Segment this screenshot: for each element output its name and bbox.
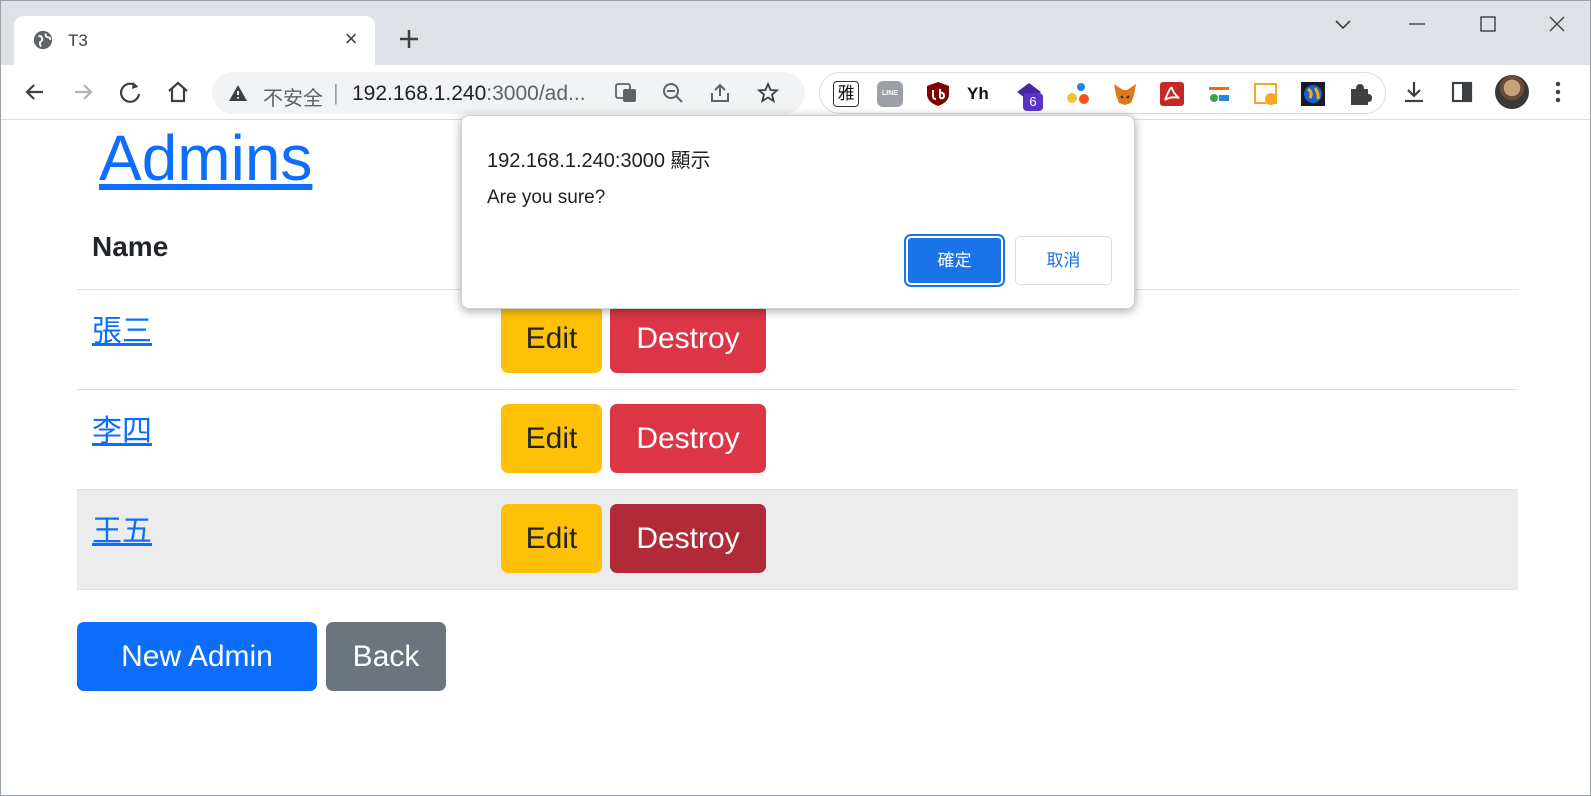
tab-t3[interactable]: T3 × [14, 16, 375, 66]
maximize-icon[interactable] [1460, 7, 1516, 43]
admin-name-link[interactable]: 王五 [92, 506, 152, 550]
back-icon[interactable] [18, 75, 52, 109]
ublock-icon[interactable] [925, 81, 951, 107]
side-panel-icon[interactable] [1445, 75, 1479, 109]
notes-extension-icon[interactable] [1253, 81, 1279, 107]
avatar[interactable] [1495, 75, 1529, 109]
destroy-button[interactable]: Destroy [610, 404, 766, 473]
back-button[interactable]: Back [326, 622, 446, 691]
puzzle-icon[interactable] [1347, 81, 1373, 107]
translate-icon[interactable] [614, 81, 638, 105]
browser-window: T3 × 不安全 | 192.168.1.240:3000/ad... 雅 LI… [0, 0, 1591, 796]
not-secure-label: 不安全 [263, 88, 323, 110]
browser-toolbar: 不安全 | 192.168.1.240:3000/ad... 雅 LINE Yh… [1, 65, 1590, 120]
globe-extension-icon[interactable] [1300, 81, 1326, 107]
confirm-dialog: 192.168.1.240:3000 顯示 Are you sure? 確定 取… [461, 115, 1135, 309]
line-extension-icon[interactable]: LINE [877, 81, 903, 107]
url-separator: | [333, 80, 339, 105]
address-bar[interactable]: 不安全 | 192.168.1.240:3000/ad... [212, 72, 805, 114]
share-icon[interactable] [708, 81, 732, 105]
window-close-icon[interactable] [1529, 7, 1585, 43]
confirm-ok-button[interactable]: 確定 [906, 236, 1003, 285]
new-admin-button[interactable]: New Admin [77, 622, 317, 691]
smartpki-icon[interactable] [1206, 81, 1232, 107]
edit-button[interactable]: Edit [501, 504, 602, 573]
star-icon[interactable] [756, 81, 780, 105]
reload-icon[interactable] [113, 75, 147, 109]
plus-icon[interactable] [393, 23, 425, 55]
dialog-origin: 192.168.1.240:3000 顯示 [487, 150, 711, 172]
warning-icon[interactable] [228, 83, 248, 103]
extension-badge: 6 [1023, 93, 1043, 111]
menu-icon[interactable] [1541, 75, 1575, 109]
table-row: 李四 Edit Destroy [77, 390, 1518, 490]
dots-extension-icon[interactable] [1065, 81, 1091, 107]
metamask-fox-icon[interactable] [1112, 81, 1138, 107]
url-host: 192.168.1.240 [352, 82, 487, 105]
tab-strip: T3 × [1, 1, 1590, 66]
chevron-down-icon[interactable] [1315, 7, 1371, 43]
column-header-name: Name [92, 231, 169, 262]
destroy-button[interactable]: Destroy [610, 304, 766, 373]
url-text: 192.168.1.240:3000/ad... [352, 82, 586, 106]
minimize-icon[interactable] [1389, 7, 1445, 43]
globe-icon [33, 30, 53, 50]
extensions-group: 雅 LINE Yh [819, 72, 1386, 114]
edit-button[interactable]: Edit [501, 404, 602, 473]
forward-icon[interactable] [66, 75, 100, 109]
confirm-cancel-button[interactable]: 取消 [1015, 236, 1112, 285]
tab-title: T3 [68, 31, 88, 50]
edit-button[interactable]: Edit [501, 304, 602, 373]
yh-extension-icon[interactable]: Yh [967, 81, 997, 107]
download-icon[interactable] [1397, 75, 1431, 109]
admin-name-link[interactable]: 李四 [92, 406, 152, 450]
home-icon[interactable] [161, 75, 195, 109]
close-icon[interactable]: × [339, 27, 363, 51]
page-title[interactable]: Admins [99, 121, 312, 195]
dialog-message: Are you sure? [487, 187, 606, 208]
zoom-out-icon[interactable] [661, 81, 685, 105]
ya-extension-icon[interactable]: 雅 [833, 81, 859, 107]
table-row: 王五 Edit Destroy [77, 490, 1518, 590]
destroy-button[interactable]: Destroy [610, 504, 766, 573]
admin-name-link[interactable]: 張三 [92, 306, 152, 350]
url-path: :3000/ad... [486, 82, 586, 105]
pdf-extension-icon[interactable] [1159, 81, 1185, 107]
